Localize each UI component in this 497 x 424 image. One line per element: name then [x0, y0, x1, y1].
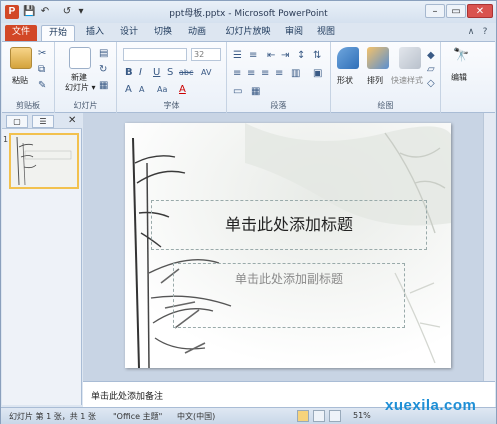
increase-indent-icon[interactable]: ⇥ [281, 50, 289, 62]
clipboard-group: 粘贴 ✂ ⧉ ✎ 剪贴板 [2, 42, 55, 113]
ribbon: 粘贴 ✂ ⧉ ✎ 剪贴板 新建 幻灯片 ▾ ▤ ↻ ▦ 幻灯片 32 B I U… [2, 41, 495, 113]
shape-outline-icon[interactable]: ▱ [427, 64, 435, 76]
justify-icon[interactable]: ≡ [275, 68, 283, 80]
zoom-level[interactable]: 51% [353, 411, 371, 420]
slide-count-status: 幻灯片 第 1 张，共 1 张 [9, 412, 96, 421]
tab-insert[interactable]: 插入 [81, 25, 109, 41]
strikethrough-icon[interactable]: abc [179, 67, 193, 79]
reading-view-button[interactable] [329, 410, 341, 422]
convert-icon[interactable]: ▦ [251, 86, 260, 98]
text-direction-icon[interactable]: ⇅ [313, 50, 321, 62]
tab-outline[interactable]: ☰ [32, 115, 54, 128]
title-bar: P 💾 ↶ ↺ ▾ ppt母板.pptx - Microsoft PowerPo… [1, 1, 496, 23]
close-button[interactable]: ✕ [467, 4, 493, 18]
font-group: 32 B I U S abc AV A A Aa A 字体 [117, 42, 227, 113]
tab-review[interactable]: 审阅 [281, 25, 307, 41]
drawing-group-label: 绘图 [377, 101, 394, 110]
paragraph-group-label: 段落 [270, 101, 287, 110]
align-left-icon[interactable]: ≡ [233, 68, 241, 80]
minimize-button[interactable]: – [425, 4, 445, 18]
window-title: ppt母板.pptx - Microsoft PowerPoint [169, 9, 328, 19]
ribbon-tabs: 文件 开始 插入 设计 切换 动画 幻灯片放映 审阅 视图 ∧ ? [1, 23, 496, 41]
title-placeholder[interactable]: 单击此处添加标题 [151, 200, 427, 250]
shape-effects-icon[interactable]: ◇ [427, 78, 435, 90]
tab-slideshow[interactable]: 幻灯片放映 [219, 25, 277, 41]
close-pane-icon[interactable]: ✕ [68, 115, 76, 127]
align-text-icon[interactable]: ▭ [233, 86, 242, 98]
quick-styles-label[interactable]: 快速样式 [391, 75, 423, 86]
slide-canvas[interactable]: 单击此处添加标题 单击此处添加副标题 [125, 123, 451, 368]
section-icon[interactable]: ▦ [99, 80, 108, 92]
reset-icon[interactable]: ↻ [99, 64, 107, 76]
shapes-icon[interactable] [337, 47, 359, 69]
editing-group: 🔭 编辑 [441, 42, 481, 113]
layout-icon[interactable]: ▤ [99, 48, 108, 60]
tab-design[interactable]: 设计 [115, 25, 143, 41]
new-slide-label-2[interactable]: 幻灯片 ▾ [65, 82, 96, 93]
center-icon[interactable]: ≡ [247, 68, 255, 80]
decrease-indent-icon[interactable]: ⇤ [267, 50, 275, 62]
slide-number: 1 [3, 135, 9, 144]
find-icon[interactable]: 🔭 [453, 49, 469, 62]
shadow-icon[interactable]: S [167, 67, 173, 79]
smartart-icon[interactable]: ▣ [313, 68, 322, 80]
bold-icon[interactable]: B [125, 67, 133, 79]
tab-slides[interactable]: ▢ [6, 115, 28, 128]
shrink-font-icon[interactable]: A [139, 84, 144, 96]
char-spacing-icon[interactable]: AV [201, 67, 211, 79]
paste-icon[interactable] [10, 47, 32, 69]
drawing-group: 形状 排列 快速样式 ◆ ▱ ◇ 绘图 [331, 42, 441, 113]
bamboo-thumbnail-image [11, 135, 77, 187]
slides-group-label: 幻灯片 [73, 101, 98, 110]
normal-view-button[interactable] [297, 410, 309, 422]
font-color-icon[interactable]: A [179, 84, 186, 96]
pane-tabs: ▢ ☰ ✕ [2, 113, 82, 129]
theme-status[interactable]: "Office 主题" [113, 411, 162, 422]
bullets-icon[interactable]: ☰ [233, 50, 242, 62]
edit-label[interactable]: 编辑 [451, 72, 467, 83]
font-size-combo[interactable]: 32 [191, 48, 221, 61]
numbering-icon[interactable]: ≡ [249, 50, 257, 62]
powerpoint-window: P 💾 ↶ ↺ ▾ ppt母板.pptx - Microsoft PowerPo… [0, 0, 497, 424]
shapes-label[interactable]: 形状 [337, 75, 353, 86]
font-name-combo[interactable] [123, 48, 187, 61]
change-case-icon[interactable]: Aa [157, 84, 167, 96]
line-spacing-icon[interactable]: ↕ [297, 50, 305, 62]
clipboard-group-label: 剪贴板 [16, 101, 40, 110]
paragraph-group: ☰ ≡ ⇤ ⇥ ↕ ⇅ ≡ ≡ ≡ ≡ ▥ ▣ ▭ ▦ 段落 [227, 42, 331, 113]
paste-label[interactable]: 粘贴 [12, 75, 28, 86]
help-icon[interactable]: ? [479, 27, 491, 38]
align-right-icon[interactable]: ≡ [261, 68, 269, 80]
arrange-label[interactable]: 排列 [367, 75, 383, 86]
collapse-ribbon-icon[interactable]: ∧ [465, 27, 477, 38]
quick-styles-icon[interactable] [399, 47, 421, 69]
cut-icon[interactable]: ✂ [38, 48, 46, 60]
italic-icon[interactable]: I [139, 67, 142, 79]
font-group-label: 字体 [163, 101, 180, 110]
slides-group: 新建 幻灯片 ▾ ▤ ↻ ▦ 幻灯片 [55, 42, 117, 113]
slide-editor: 单击此处添加标题 单击此处添加副标题 [83, 113, 495, 381]
new-slide-icon[interactable] [69, 47, 91, 69]
tab-animations[interactable]: 动画 [183, 25, 211, 41]
underline-icon[interactable]: U [153, 67, 160, 79]
arrange-icon[interactable] [367, 47, 389, 69]
tab-transitions[interactable]: 切换 [149, 25, 177, 41]
maximize-button[interactable]: ▭ [446, 4, 466, 18]
site-watermark: xuexila.com [385, 397, 477, 414]
tab-view[interactable]: 视图 [313, 25, 339, 41]
columns-icon[interactable]: ▥ [291, 68, 300, 80]
slide-thumbnail[interactable] [9, 133, 79, 189]
tab-file[interactable]: 文件 [5, 25, 37, 41]
slides-pane: ▢ ☰ ✕ 1 [2, 113, 82, 405]
tab-home[interactable]: 开始 [41, 25, 75, 41]
shape-fill-icon[interactable]: ◆ [427, 50, 435, 62]
copy-icon[interactable]: ⧉ [38, 64, 45, 76]
vertical-scrollbar[interactable] [483, 113, 495, 381]
subtitle-placeholder[interactable]: 单击此处添加副标题 [173, 263, 405, 328]
grow-font-icon[interactable]: A [125, 84, 132, 96]
format-painter-icon[interactable]: ✎ [38, 80, 46, 92]
language-status[interactable]: 中文(中国) [177, 411, 215, 422]
notes-placeholder[interactable]: 单击此处添加备注 [91, 389, 163, 402]
slide-sorter-button[interactable] [313, 410, 325, 422]
